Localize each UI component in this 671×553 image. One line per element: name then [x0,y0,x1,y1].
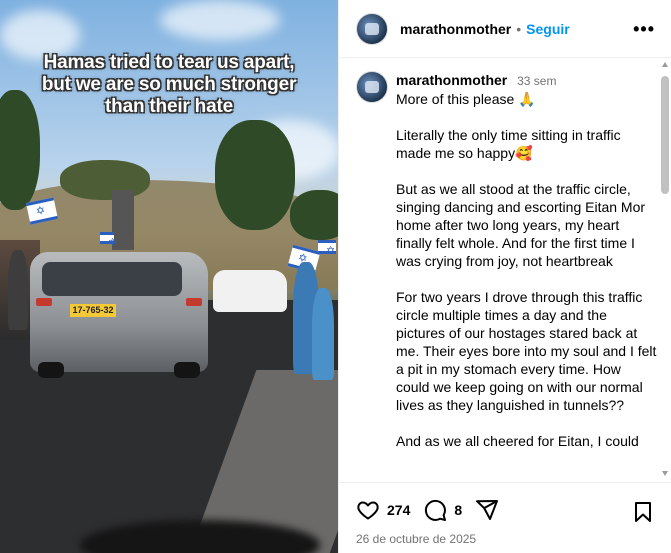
overlay-line: but we are so much stronger [41,74,297,95]
post-header: marathonmother • Seguir ••• [339,0,671,58]
caption-paragraph: More of this please 🙏 [396,91,536,107]
heart-icon[interactable] [355,497,381,523]
header-username[interactable]: marathonmother [400,21,511,37]
caption-meta: marathonmother 33 sem [396,71,658,90]
comments-area[interactable]: marathonmother 33 sem More of this pleas… [339,59,671,482]
white-car [213,270,287,312]
overlay-line: than their hate [105,96,233,117]
action-bar: 274 8 26 de octubre de 2025 [339,482,671,553]
caption-paragraph: For two years I drove through this traff… [396,289,661,413]
caption-body: marathonmother 33 sem More of this pleas… [396,71,658,468]
rear-window [42,262,182,296]
scroll-down-arrow-icon[interactable] [662,471,668,476]
avatar[interactable] [356,12,388,45]
cloud [160,0,280,40]
caption-paragraph: Literally the only time sitting in traff… [396,127,625,161]
send-icon[interactable] [474,497,500,523]
caption-timestamp[interactable]: 33 sem [517,74,556,88]
overlay-line: Hamas tried to tear us apart, [43,52,295,73]
post-panel: marathonmother • Seguir ••• marathonmoth… [338,0,671,553]
caption-username[interactable]: marathonmother [396,72,507,88]
scroll-up-arrow-icon[interactable] [662,62,668,67]
avatar[interactable] [356,71,388,103]
tree [215,120,295,230]
israeli-flag [318,240,336,257]
bookmark-icon[interactable] [630,499,656,525]
caption-paragraph: And as we all cheered for Eitan, I could [396,433,639,449]
tree [290,190,338,240]
child [312,288,334,380]
scroll-thumb[interactable] [661,76,669,194]
separator-dot: • [516,20,522,37]
post-caption: marathonmother 33 sem More of this pleas… [339,59,671,468]
video-caption-overlay: Hamas tried to tear us apart, but we are… [8,52,330,118]
silver-suv: 17-765-32 [30,252,208,378]
israeli-flag [100,232,117,249]
likes-count[interactable]: 274 [387,502,410,518]
person [8,250,28,330]
more-options-icon[interactable]: ••• [633,19,655,40]
action-row: 274 8 [339,483,671,523]
scrollbar[interactable] [661,62,669,480]
comment-icon[interactable] [422,497,448,523]
comments-count[interactable]: 8 [454,502,462,518]
caption-paragraph: But as we all stood at the traffic circl… [396,181,649,269]
tree [60,160,150,200]
post-date[interactable]: 26 de octubre de 2025 [339,523,671,546]
license-plate: 17-765-32 [70,304,116,317]
tail-light [36,298,52,306]
wheel [174,362,200,378]
tail-light [186,298,202,306]
post-media[interactable]: 17-765-32 Hamas tried to tear us apart, … [0,0,338,553]
follow-button[interactable]: Seguir [526,21,570,37]
wheel [38,362,64,378]
